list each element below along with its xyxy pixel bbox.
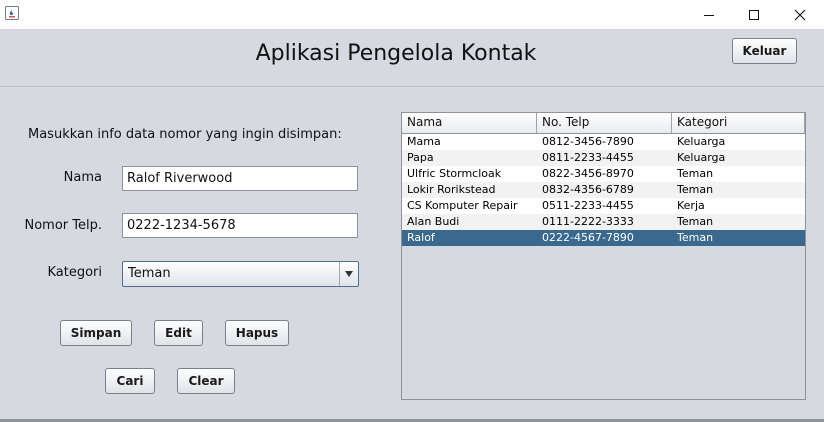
page-title: Aplikasi Pengelola Kontak [255,41,537,66]
table-cell: Teman [677,167,714,180]
header-divider [0,86,824,87]
table-cell: Ralof [407,231,435,244]
category-dropdown[interactable]: Teman [122,261,359,287]
search-button[interactable]: Cari [105,368,155,394]
table-cell: 0111-2222-3333 [542,215,634,228]
table-cell: Kerja [677,199,705,212]
table-cell: 0511-2233-4455 [542,199,634,212]
name-field[interactable]: Ralof Riverwood [122,166,358,191]
table-cell: Alan Budi [407,215,460,228]
table-cell: Keluarga [677,135,726,148]
table-cell: Teman [677,231,714,244]
table-cell: 0822-3456-8970 [542,167,634,180]
close-icon [794,9,806,20]
table-row[interactable]: Mama 0812-3456-7890 Keluarga [402,134,805,150]
category-label: Kategori [47,265,102,280]
table-body: Mama 0812-3456-7890 Keluarga Papa 0811-2233-… [402,134,805,246]
table-cell: Teman [677,183,714,196]
table-cell: Ulfric Stormcloak [407,167,502,180]
clear-button[interactable]: Clear [177,368,235,394]
table-row[interactable]: Ulfric Stormcloak 0822-3456-8970 Teman [402,166,805,182]
table-cell: Papa [407,151,434,164]
table-cell: 0832-4356-6789 [542,183,634,196]
table-cell: Lokir Rorikstead [407,183,496,196]
phone-label: Nomor Telp. [24,218,103,233]
table-cell: Mama [407,135,441,148]
table-row[interactable]: CS Komputer Repair 0511-2233-4455 Kerja [402,198,805,214]
contacts-table[interactable]: Nama No. Telp Kategori Mama 0812-3456-7890 K… [401,112,806,400]
maximize-icon [749,9,759,20]
category-selected-value: Teman [128,266,171,281]
minimize-icon [704,14,714,16]
table-cell: 0812-3456-7890 [542,135,634,148]
table-cell: 0811-2233-4455 [542,151,634,164]
table-header: Nama No. Telp Kategori [402,113,805,134]
table-cell: Teman [677,215,714,228]
title-bar [0,0,824,29]
table-cell: Keluarga [677,151,726,164]
minimize-button[interactable] [686,0,732,29]
table-cell: CS Komputer Repair [407,199,518,212]
table-cell: 0222-4567-7890 [542,231,634,244]
java-app-icon [4,5,20,21]
table-row[interactable]: Papa 0811-2233-4455 Keluarga [402,150,805,166]
chevron-down-icon[interactable] [339,262,358,286]
form-instruction: Masukkan info data nomor yang ingin disi… [28,127,342,142]
table-row[interactable]: Ralof 0222-4567-7890 Teman [402,230,805,246]
maximize-button[interactable] [731,0,777,29]
close-button[interactable] [777,0,823,29]
delete-button[interactable]: Hapus [225,320,289,346]
exit-button[interactable]: Keluar [732,38,797,64]
column-header-nama[interactable]: Nama [402,113,537,133]
column-header-kategori[interactable]: Kategori [672,113,805,133]
main-panel: Aplikasi Pengelola Kontak Keluar Masukka… [0,29,824,422]
table-row[interactable]: Alan Budi 0111-2222-3333 Teman [402,214,805,230]
phone-field[interactable]: 0222-1234-5678 [122,213,358,238]
save-button[interactable]: Simpan [60,320,132,346]
column-header-no-telp[interactable]: No. Telp [537,113,672,133]
table-row[interactable]: Lokir Rorikstead 0832-4356-6789 Teman [402,182,805,198]
name-label: Nama [63,170,102,185]
edit-button[interactable]: Edit [154,320,203,346]
